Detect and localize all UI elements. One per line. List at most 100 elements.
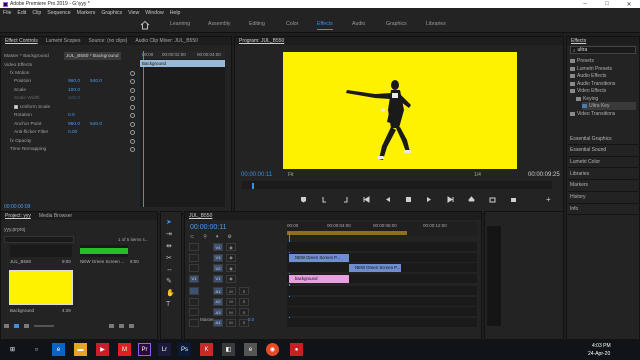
- source-patch[interactable]: [189, 253, 199, 262]
- edge-icon[interactable]: e: [52, 343, 65, 356]
- panel-markers[interactable]: Markers: [570, 181, 588, 190]
- reset-icon[interactable]: [130, 147, 135, 152]
- list-view-icon[interactable]: [4, 324, 9, 328]
- track-header-v4[interactable]: V4 ◉: [186, 242, 286, 252]
- ec-value-2[interactable]: 540.0: [90, 122, 102, 127]
- mark-out-icon[interactable]: [342, 196, 349, 203]
- track-label[interactable]: V1: [213, 274, 223, 283]
- ec-value[interactable]: 960.0: [68, 79, 80, 84]
- menu-help[interactable]: Help: [170, 10, 181, 16]
- track-label[interactable]: V2: [213, 264, 223, 272]
- solo-button[interactable]: S: [239, 297, 249, 306]
- bin-thumb-background[interactable]: [9, 270, 73, 305]
- tab-effects[interactable]: Effects: [571, 38, 586, 44]
- track-label[interactable]: A2: [213, 297, 223, 306]
- project-search-input[interactable]: [4, 236, 74, 243]
- app-e-icon[interactable]: e: [244, 343, 257, 356]
- mute-button[interactable]: M: [226, 287, 236, 295]
- workspace-color[interactable]: Color: [286, 21, 298, 27]
- work-area-bar[interactable]: [287, 231, 407, 235]
- ec-value[interactable]: 0.0: [68, 113, 75, 118]
- app-k-icon[interactable]: K: [200, 343, 213, 356]
- file-explorer-icon[interactable]: ▬: [74, 343, 87, 356]
- effect-controls-keyframe-area[interactable]: 00:00 00:00:02:00 00:00:04:00: [140, 51, 225, 207]
- mute-button[interactable]: M: [226, 318, 236, 327]
- fit-dropdown[interactable]: Fit: [288, 172, 294, 178]
- workspace-effects[interactable]: Effects: [317, 21, 333, 30]
- step-back-icon[interactable]: [384, 196, 391, 203]
- clip-reference[interactable]: JUL_B550 * Background: [64, 52, 121, 60]
- ripple-edit-tool-icon[interactable]: ⇹: [166, 242, 175, 250]
- source-patch[interactable]: [189, 243, 199, 251]
- linked-selection-icon[interactable]: ⚲: [203, 234, 207, 240]
- settings-wrench-icon[interactable]: ⚙: [227, 234, 231, 240]
- freeform-view-icon[interactable]: [24, 324, 29, 328]
- timeline-timecode[interactable]: 00:00:00:11: [190, 224, 226, 231]
- minimize-icon[interactable]: –: [574, 0, 596, 8]
- quality-dropdown[interactable]: 1/4: [474, 172, 481, 178]
- workspace-learning[interactable]: Learning: [170, 21, 190, 27]
- track-header-a2[interactable]: A2 M S: [186, 297, 286, 307]
- timeline-clip[interactable]: NEW Green Screen P...: [349, 264, 401, 272]
- hand-tool-icon[interactable]: ✋: [166, 289, 175, 297]
- bin-thumb-green[interactable]: [80, 245, 128, 257]
- master-label[interactable]: Master * Background: [4, 52, 49, 60]
- workspace-libraries[interactable]: Libraries: [426, 21, 446, 27]
- track-header-v3[interactable]: V3 ◉: [186, 253, 286, 263]
- premiere-taskbar-icon[interactable]: Pr: [138, 343, 151, 356]
- effects-search-field[interactable]: ⌕ ultra: [570, 46, 636, 54]
- eye-icon[interactable]: ◉: [226, 264, 236, 272]
- panel-libraries[interactable]: Libraries: [570, 169, 589, 178]
- go-to-out-icon[interactable]: [447, 196, 454, 203]
- master-track-value[interactable]: 0.0: [248, 317, 254, 322]
- mark-in-icon[interactable]: [321, 196, 328, 203]
- menu-window[interactable]: Window: [145, 10, 163, 16]
- ec-clip-bar[interactable]: Background: [140, 60, 225, 67]
- photoshop-icon[interactable]: Ps: [178, 343, 191, 356]
- new-item-icon[interactable]: [119, 324, 124, 328]
- maximize-icon[interactable]: □: [596, 0, 618, 8]
- workspace-editing[interactable]: Editing: [249, 21, 265, 27]
- search-taskbar-icon[interactable]: ○: [30, 343, 43, 356]
- app-red-icon[interactable]: ▶: [96, 343, 109, 356]
- go-to-in-icon[interactable]: [363, 196, 370, 203]
- media-icon[interactable]: M: [118, 343, 131, 356]
- home-icon[interactable]: [140, 20, 150, 30]
- uniform-scale-checkbox[interactable]: [14, 105, 18, 109]
- reset-icon[interactable]: [130, 96, 135, 101]
- audio-track-a4[interactable]: [287, 317, 477, 328]
- ec-playhead[interactable]: [143, 51, 144, 207]
- timeline-clip[interactable]: background: [289, 274, 349, 283]
- effects-tree-video-transitions[interactable]: Video Transitions: [570, 110, 636, 118]
- razor-tool-icon[interactable]: ✂: [166, 254, 175, 262]
- mute-button[interactable]: M: [226, 308, 236, 316]
- button-editor-icon[interactable]: +: [546, 195, 551, 204]
- app-r-icon[interactable]: ●: [290, 343, 303, 356]
- track-header-v2[interactable]: V2 ◉: [186, 263, 286, 273]
- panel-history[interactable]: History: [570, 193, 586, 202]
- tab-program[interactable]: Program: JUL_B550: [239, 38, 284, 44]
- program-timecode[interactable]: 00:00:00:11: [241, 172, 272, 178]
- step-forward-icon[interactable]: [426, 196, 433, 203]
- ec-value[interactable]: 960.0: [68, 122, 80, 127]
- track-header-a1[interactable]: A1 M S: [186, 286, 286, 296]
- chrome-icon[interactable]: ◉: [266, 343, 279, 356]
- source-patch[interactable]: [189, 287, 199, 295]
- audio-track-a1[interactable]: [287, 286, 477, 296]
- export-frame-icon[interactable]: [510, 196, 517, 203]
- reset-icon[interactable]: [130, 121, 135, 127]
- tab-source[interactable]: Source: (no clips): [88, 38, 127, 44]
- solo-button[interactable]: S: [239, 308, 249, 316]
- slip-tool-icon[interactable]: ↔: [166, 266, 175, 273]
- track-header-a3[interactable]: A3 M S: [186, 307, 286, 317]
- audio-track-a3[interactable]: [287, 307, 477, 317]
- panel-info[interactable]: Info: [570, 204, 578, 213]
- panel-essential-graphics[interactable]: Essential Graphics: [570, 134, 612, 143]
- menu-markers[interactable]: Markers: [77, 10, 96, 16]
- eye-icon[interactable]: ◉: [226, 253, 236, 262]
- source-patch[interactable]: V1: [189, 274, 199, 283]
- tab-media-browser[interactable]: Media Browser: [39, 213, 72, 219]
- clock-time[interactable]: 4:03 PM: [592, 343, 611, 349]
- program-scrubber[interactable]: [242, 181, 552, 189]
- ec-row-fx-opacity[interactable]: fx Opacity: [10, 137, 31, 145]
